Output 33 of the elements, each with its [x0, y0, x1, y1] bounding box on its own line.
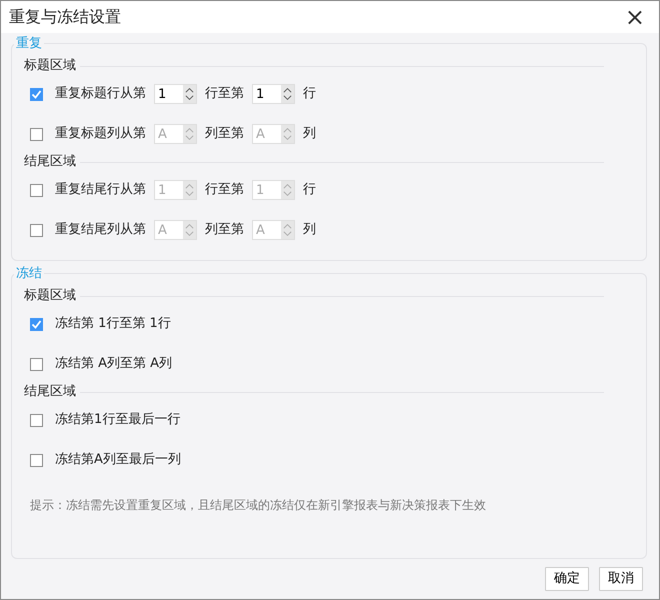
- group-title: 标题区域: [24, 57, 76, 76]
- group-title: 结尾区域: [24, 383, 76, 402]
- option-label: 列: [303, 125, 316, 144]
- group-title: 结尾区域: [24, 153, 76, 172]
- option-label: 冻结第 1行至第 1行: [55, 315, 171, 334]
- option-label: 冻结第 A列至第 A列: [55, 355, 172, 374]
- window-title: 重复与冻结设置: [9, 6, 121, 28]
- dialog-button[interactable]: 取消: [599, 567, 643, 590]
- checkbox[interactable]: [30, 454, 43, 466]
- option-label: 行至第: [205, 85, 244, 104]
- option-label: 重复标题行从第: [55, 85, 146, 104]
- option-label: 列至第: [205, 221, 244, 240]
- checkbox[interactable]: [30, 414, 43, 426]
- checkbox[interactable]: [30, 318, 43, 330]
- checkbox[interactable]: [30, 224, 43, 236]
- option-label: 冻结第1行至最后一行: [55, 411, 180, 430]
- option-label: 行: [303, 181, 316, 200]
- checkbox[interactable]: [30, 128, 43, 140]
- option-label: 重复标题列从第: [55, 125, 146, 144]
- option-label: 行至第: [205, 181, 244, 200]
- checkbox[interactable]: [30, 184, 43, 196]
- hint-text: 提示：冻结需先设置重复区域，且结尾区域的冻结仅在新引擎报表与新决策报表下生效: [29, 497, 487, 514]
- option-label: 列: [303, 221, 316, 240]
- checkbox[interactable]: [30, 358, 43, 370]
- group-title: 标题区域: [24, 287, 76, 306]
- option-label: 冻结第A列至最后一列: [55, 451, 181, 470]
- checkbox[interactable]: [30, 88, 43, 100]
- option-label: 行: [303, 85, 316, 104]
- close-button[interactable]: ×: [618, 5, 651, 29]
- option-label: 重复结尾行从第: [55, 181, 146, 200]
- dialog-button[interactable]: 确定: [545, 567, 589, 590]
- option-label: 列至第: [205, 125, 244, 144]
- option-label: 重复结尾列从第: [55, 221, 146, 240]
